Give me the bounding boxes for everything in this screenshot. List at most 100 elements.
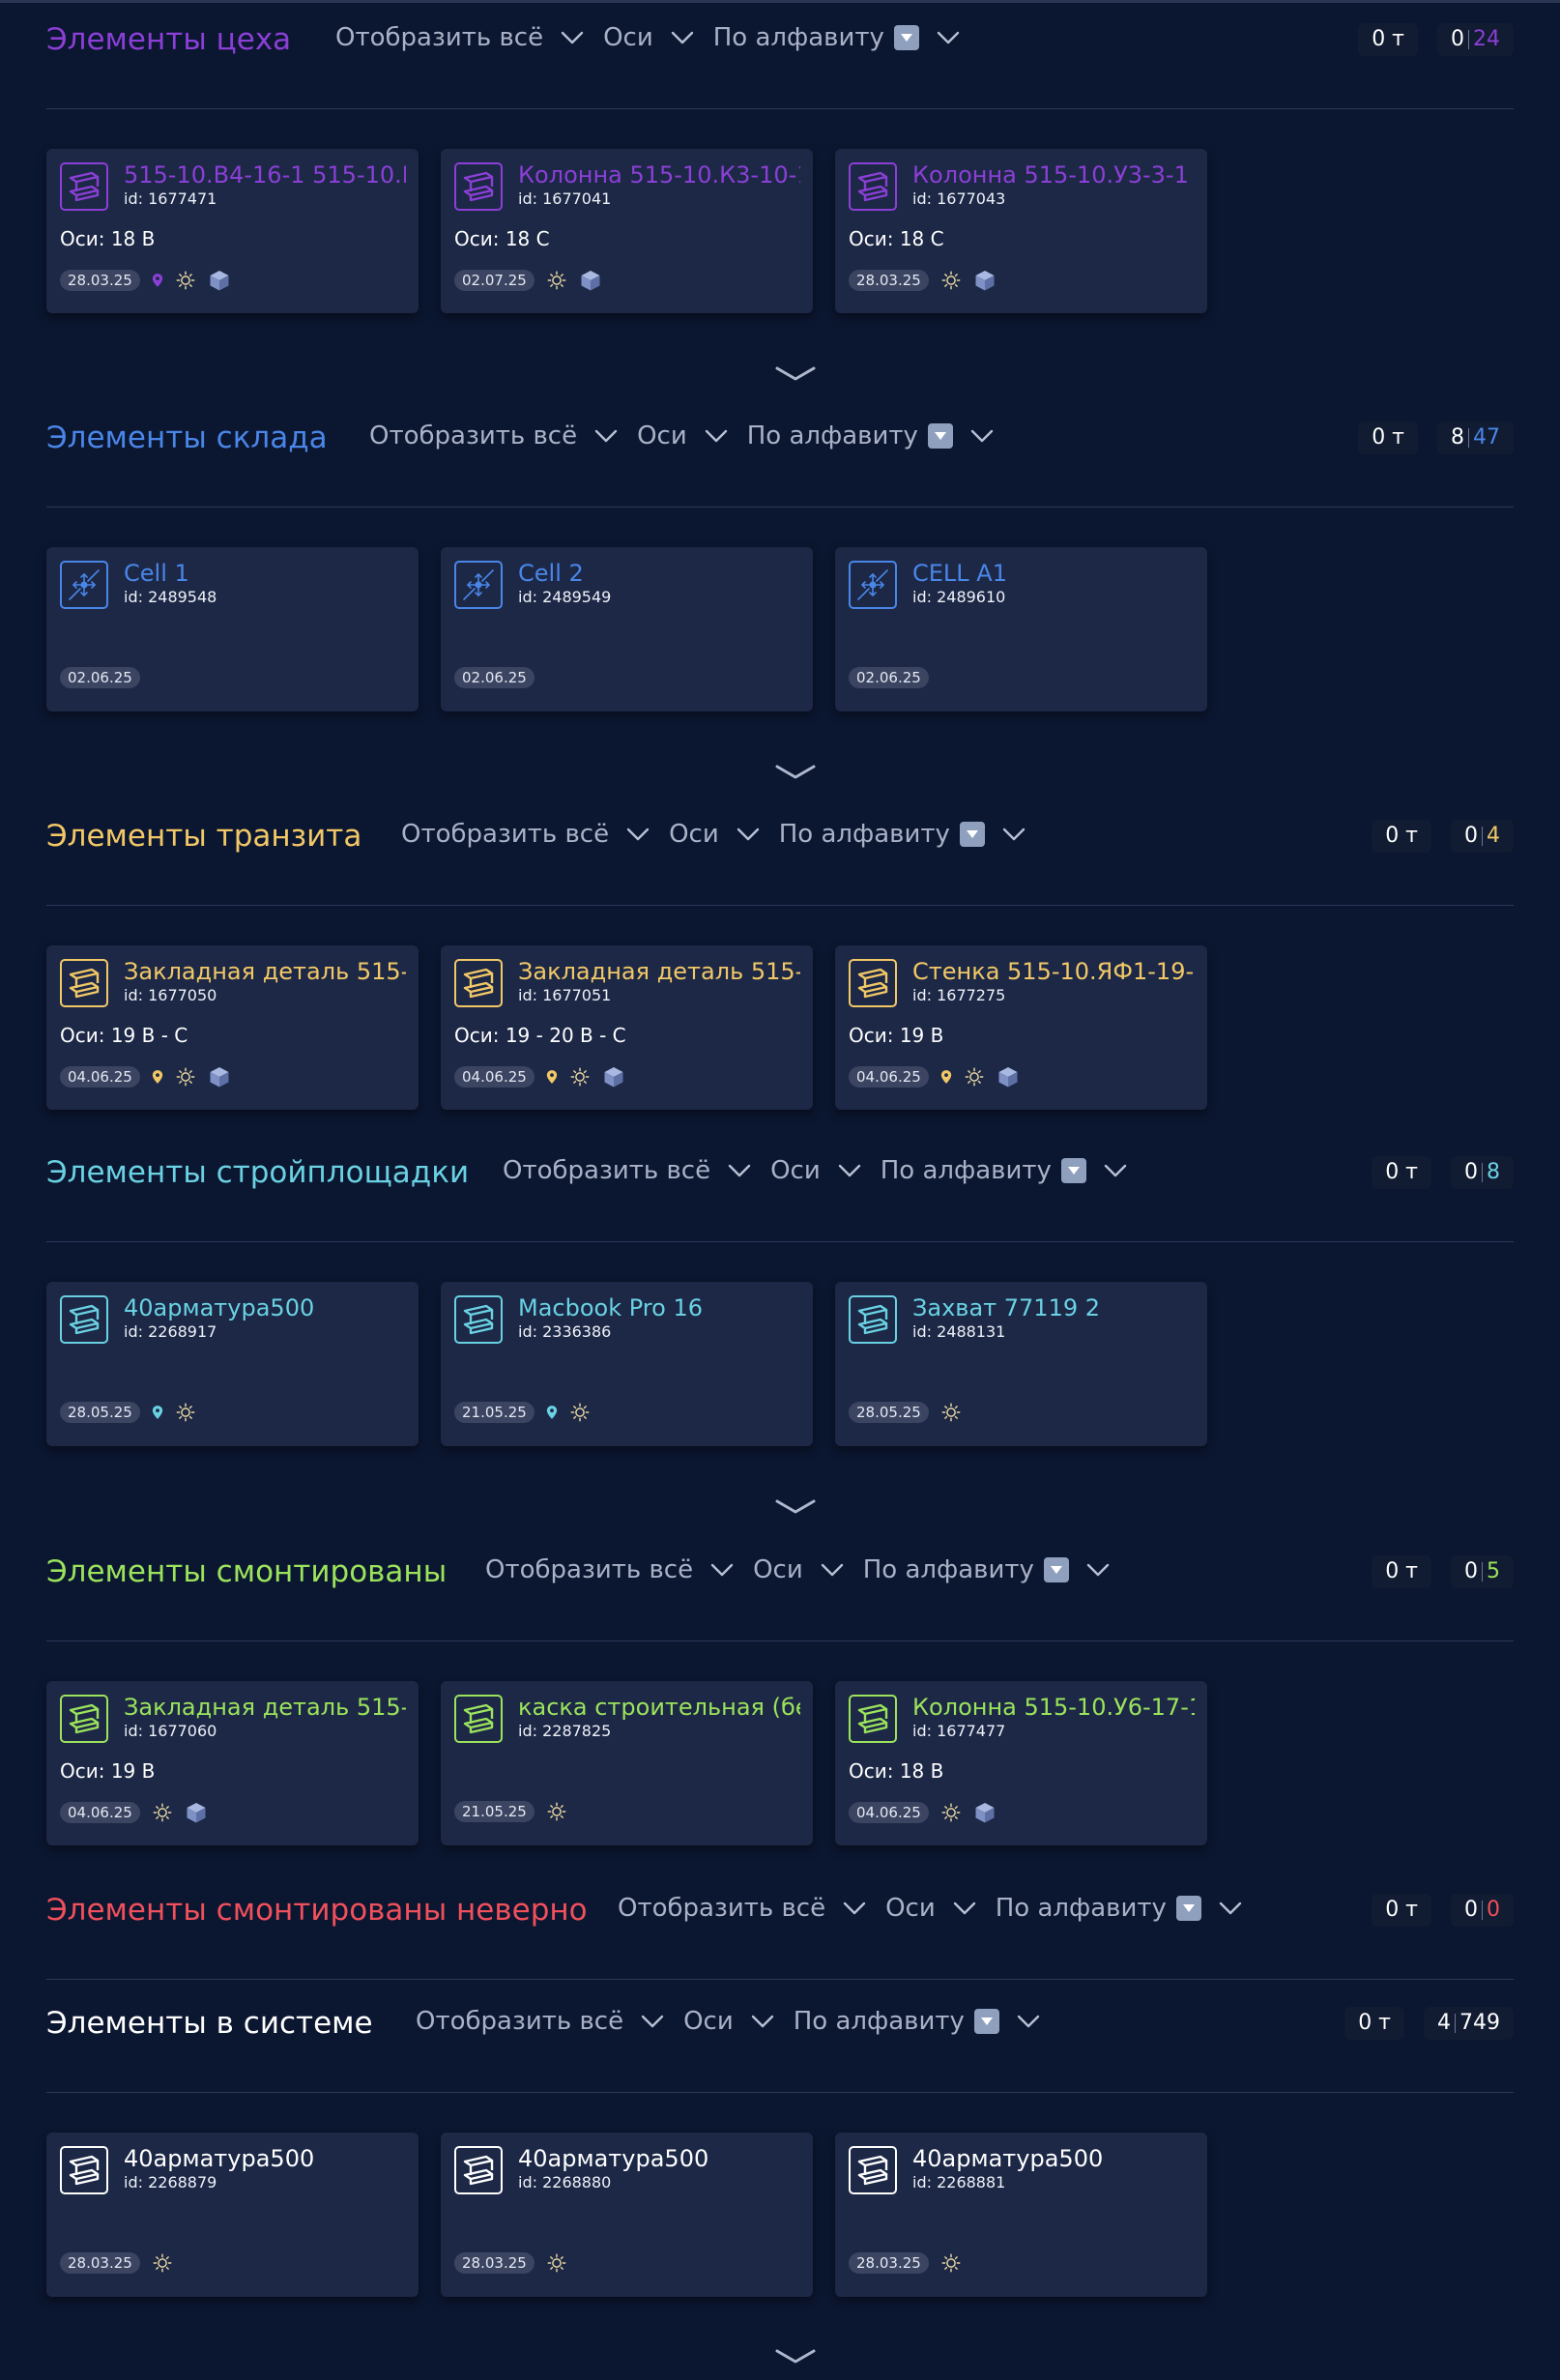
expand-section-button[interactable] [774,1497,817,1517]
element-card[interactable]: Закладная деталь 515-10id: 1677060 Оси: 1… [46,1681,419,1845]
chevron-down-icon[interactable] [937,31,960,44]
element-card[interactable]: Стенка 515-10.ЯФ1-19-1 id: 1677275 Оси: 19… [835,945,1207,1110]
element-card[interactable]: CELL A1 id: 2489610 02.06.25 [835,547,1207,711]
visibility-toggle[interactable] [175,270,196,291]
lightbulb-icon[interactable] [175,1066,196,1088]
chevron-down-icon[interactable] [843,1901,866,1915]
show-all-dropdown[interactable]: Отобразить всё [503,1156,770,1185]
cube-icon[interactable] [997,1065,1020,1088]
location-pin[interactable] [546,1069,558,1085]
lightbulb-icon[interactable] [569,1402,591,1423]
visibility-toggle[interactable] [175,1066,196,1088]
element-card[interactable]: Закладная деталь 515-10id: 1677051 Оси: 1… [441,945,813,1110]
axes-dropdown[interactable]: Оси [683,2007,794,2036]
visibility-toggle[interactable] [546,270,567,291]
location-pin-icon[interactable] [546,1069,558,1085]
show-all-dropdown[interactable]: Отобразить всё [401,820,669,849]
sort-direction-icon[interactable] [927,423,953,449]
show-all-dropdown[interactable]: Отобразить всё [416,2007,683,2036]
lightbulb-icon[interactable] [940,1402,962,1423]
sort-dropdown[interactable]: По алфавиту [996,1894,1261,1923]
sort-direction-icon[interactable] [1175,1896,1201,1921]
lightbulb-icon[interactable] [940,2252,962,2274]
location-pin-icon[interactable] [940,1069,952,1085]
chevron-down-icon[interactable] [953,1901,976,1915]
axes-dropdown[interactable]: Оси [669,820,779,849]
visibility-toggle[interactable] [940,270,962,291]
visibility-toggle[interactable] [569,1402,591,1423]
chevron-down-icon[interactable] [1017,2015,1040,2028]
axes-dropdown[interactable]: Оси [753,1555,863,1584]
chevron-down-icon[interactable] [671,31,694,44]
chevron-down-icon[interactable] [705,429,728,443]
chevron-down-icon[interactable] [1086,1563,1110,1577]
visibility-toggle[interactable] [569,1066,591,1088]
chevron-down-icon[interactable] [561,31,584,44]
element-card[interactable]: Macbook Pro 16 id: 2336386 21.05.25 [441,1282,813,1446]
element-card[interactable]: 515-10.В4-16-1 515-10.Н id: 1677471 Оси: 1… [46,149,419,313]
location-pin[interactable] [152,1069,163,1085]
sort-direction-icon[interactable] [973,2009,999,2034]
chevron-down-icon[interactable] [737,827,760,841]
sort-dropdown[interactable]: По алфавиту [747,421,1013,450]
chevron-down-icon[interactable] [774,1497,817,1517]
element-card[interactable]: Захват 77119 2 id: 2488131 28.05.25 [835,1282,1207,1446]
lightbulb-icon[interactable] [546,270,567,291]
expand-section-button[interactable] [774,763,817,782]
model-3d[interactable] [208,269,231,292]
chevron-down-icon[interactable] [751,2015,774,2028]
cube-icon[interactable] [579,269,602,292]
chevron-down-icon[interactable] [1219,1901,1242,1915]
show-all-dropdown[interactable]: Отобразить всё [485,1555,753,1584]
location-pin-icon[interactable] [152,1405,163,1420]
lightbulb-icon[interactable] [175,1402,196,1423]
visibility-toggle[interactable] [940,1802,962,1823]
element-card[interactable]: Закладная деталь 515-10id: 1677050 Оси: 1… [46,945,419,1110]
chevron-down-icon[interactable] [821,1563,844,1577]
sort-direction-icon[interactable] [893,25,919,50]
model-3d[interactable] [973,269,997,292]
chevron-down-icon[interactable] [774,763,817,782]
model-3d[interactable] [997,1065,1020,1088]
sort-direction-icon[interactable] [1060,1158,1086,1183]
sort-dropdown[interactable]: По алфавиту [713,23,979,52]
visibility-toggle[interactable] [546,2252,567,2274]
visibility-toggle[interactable] [152,2252,173,2274]
location-pin-icon[interactable] [152,273,163,288]
show-all-dropdown[interactable]: Отобразить всё [335,23,603,52]
chevron-down-icon[interactable] [626,827,650,841]
lightbulb-icon[interactable] [940,270,962,291]
chevron-down-icon[interactable] [970,429,994,443]
lightbulb-icon[interactable] [569,1066,591,1088]
location-pin[interactable] [152,273,163,288]
cube-icon[interactable] [973,1801,997,1824]
element-card[interactable]: Колонна 515-10.У6-17-1 id: 1677477 Оси: 18… [835,1681,1207,1845]
element-card[interactable]: Колонна 515-10.К3-10-1 id: 1677041 Оси: 18… [441,149,813,313]
cube-icon[interactable] [208,269,231,292]
chevron-down-icon[interactable] [728,1164,751,1177]
sort-dropdown[interactable]: По алфавиту [779,820,1045,849]
visibility-toggle[interactable] [964,1066,985,1088]
sort-dropdown[interactable]: По алфавиту [881,1156,1146,1185]
lightbulb-icon[interactable] [940,1802,962,1823]
expand-section-button[interactable] [774,2347,817,2366]
location-pin[interactable] [546,1405,558,1420]
location-pin[interactable] [152,1405,163,1420]
chevron-down-icon[interactable] [1002,827,1026,841]
lightbulb-icon[interactable] [546,1801,567,1822]
axes-dropdown[interactable]: Оси [770,1156,881,1185]
axes-dropdown[interactable]: Оси [603,23,713,52]
element-card[interactable]: Cell 1 id: 2489548 02.06.25 [46,547,419,711]
element-card[interactable]: 40арматура500 id: 2268879 28.03.25 [46,2133,419,2297]
axes-dropdown[interactable]: Оси [885,1894,996,1923]
sort-direction-icon[interactable] [959,822,985,847]
element-card[interactable]: Cell 2 id: 2489549 02.06.25 [441,547,813,711]
lightbulb-icon[interactable] [152,2252,173,2274]
chevron-down-icon[interactable] [774,364,817,384]
cube-icon[interactable] [185,1801,208,1824]
show-all-dropdown[interactable]: Отобразить всё [369,421,637,450]
sort-dropdown[interactable]: По алфавиту [794,2007,1059,2036]
chevron-down-icon[interactable] [774,2347,817,2366]
chevron-down-icon[interactable] [1104,1164,1127,1177]
location-pin-icon[interactable] [152,1069,163,1085]
